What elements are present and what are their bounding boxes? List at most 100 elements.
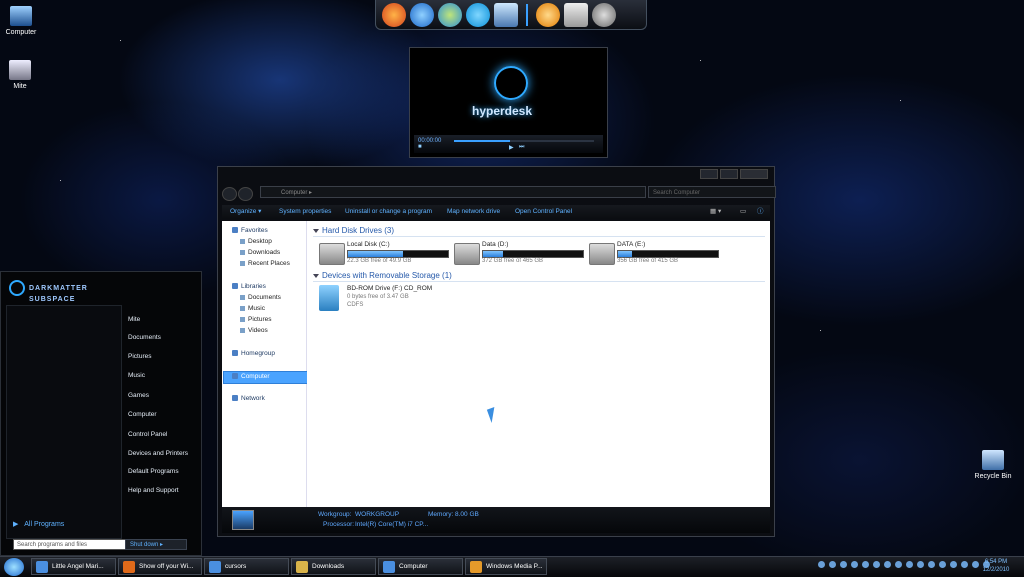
desktop-icon-recycle-bin[interactable]: Recycle Bin xyxy=(963,450,1023,480)
taskbar-button-6[interactable]: Windows Media P... xyxy=(465,558,547,575)
window-controls xyxy=(700,169,768,179)
tray-icon[interactable] xyxy=(917,561,924,568)
hard-disk-icon xyxy=(589,243,615,265)
system-tray xyxy=(818,561,990,568)
nav-item-documents[interactable]: Documents xyxy=(240,294,281,301)
preview-pane-icon[interactable]: ▭ xyxy=(740,205,746,219)
programs-list xyxy=(6,305,122,539)
start-search-input[interactable]: Search programs and files xyxy=(13,539,139,550)
tray-icon[interactable] xyxy=(884,561,891,568)
group-hard-disk-drives[interactable]: Hard Disk Drives (3) xyxy=(313,226,394,235)
open-control-panel-button[interactable]: Open Control Panel xyxy=(515,205,572,219)
nav-computer[interactable]: Computer xyxy=(232,373,270,380)
nav-item-videos[interactable]: Videos xyxy=(240,327,268,334)
view-options-icon[interactable]: ▦ ▾ xyxy=(710,205,721,219)
nav-item-desktop[interactable]: Desktop xyxy=(240,238,272,245)
tray-icon[interactable] xyxy=(873,561,880,568)
tray-icon[interactable] xyxy=(851,561,858,568)
close-button[interactable] xyxy=(740,169,768,179)
start-item-help-support[interactable]: Help and Support xyxy=(128,487,179,494)
firefox-icon[interactable] xyxy=(382,2,406,27)
nav-network[interactable]: Network xyxy=(232,395,265,402)
uninstall-program-button[interactable]: Uninstall or change a program xyxy=(345,205,432,219)
taskbar-button-5[interactable]: Computer xyxy=(378,558,463,575)
tray-icon[interactable] xyxy=(862,561,869,568)
drive-e[interactable]: DATA (E:) 356 GB free of 415 GB xyxy=(589,241,719,271)
desktop-icon-mite[interactable]: Mite xyxy=(0,60,50,90)
search-box[interactable]: Search Computer xyxy=(648,186,776,198)
ie-icon[interactable] xyxy=(410,2,434,27)
next-icon[interactable]: ⏭ xyxy=(519,144,524,151)
maximize-button[interactable] xyxy=(720,169,738,179)
map-network-drive-button[interactable]: Map network drive xyxy=(447,205,500,219)
start-item-mite[interactable]: Mite xyxy=(128,316,140,323)
play-icon[interactable]: ▶ xyxy=(509,144,514,151)
taskbar-button-3[interactable]: cursors xyxy=(204,558,289,575)
group-removable-storage[interactable]: Devices with Removable Storage (1) xyxy=(313,271,452,280)
display-icon[interactable] xyxy=(494,2,518,27)
desktop-icon-computer[interactable]: Computer xyxy=(0,6,51,36)
start-item-games[interactable]: Games xyxy=(128,392,149,399)
start-item-devices-printers[interactable]: Devices and Printers xyxy=(128,450,188,457)
start-item-documents[interactable]: Documents xyxy=(128,334,161,341)
taskbar-button-2[interactable]: Show off your Wi... xyxy=(118,558,202,575)
drive-f-bd-rom[interactable]: BD-ROM Drive (F:) CD_ROM 0 bytes free of… xyxy=(319,285,479,315)
media-player-gadget: hyperdesk 00:00:00 ▶ ⏭ ■ xyxy=(409,47,608,158)
tray-icon[interactable] xyxy=(939,561,946,568)
start-item-pictures[interactable]: Pictures xyxy=(128,353,151,360)
nav-favorites[interactable]: Favorites xyxy=(232,227,268,234)
help-icon[interactable]: ⓘ xyxy=(757,205,764,219)
messenger-icon[interactable] xyxy=(438,2,462,27)
nav-item-downloads[interactable]: Downloads xyxy=(240,249,280,256)
tray-icon[interactable] xyxy=(928,561,935,568)
media-player-classic-icon[interactable] xyxy=(564,2,588,27)
nav-item-recent-places[interactable]: Recent Places xyxy=(240,260,290,267)
organize-menu[interactable]: Organize ▾ xyxy=(230,205,261,219)
start-item-computer[interactable]: Computer xyxy=(128,411,157,418)
star xyxy=(60,180,61,181)
drive-usage-fill xyxy=(348,251,403,257)
processor-value: Intel(R) Core(TM) i7 CP... xyxy=(355,521,429,528)
address-bar[interactable]: Computer ▸ xyxy=(260,186,646,198)
tray-icon[interactable] xyxy=(950,561,957,568)
computer-icon xyxy=(383,561,395,573)
dock-separator xyxy=(526,3,528,26)
tray-icon[interactable] xyxy=(818,561,825,568)
taskbar-clock[interactable]: 6:54 PM 12/2/2010 xyxy=(976,558,1016,574)
shutdown-button[interactable]: Shut down ▸ xyxy=(125,539,187,550)
skype-icon[interactable] xyxy=(466,2,490,27)
drive-d[interactable]: Data (D:) 372 GB free of 465 GB xyxy=(454,241,584,271)
chat-icon xyxy=(36,561,48,573)
minimize-button[interactable] xyxy=(700,169,718,179)
mve-icon[interactable] xyxy=(592,2,616,27)
taskbar-button-4[interactable]: Downloads xyxy=(291,558,376,575)
nav-homegroup[interactable]: Homegroup xyxy=(232,350,275,357)
back-button[interactable] xyxy=(222,187,237,201)
stop-icon[interactable]: ■ xyxy=(418,144,422,150)
start-item-control-panel[interactable]: Control Panel xyxy=(128,431,167,438)
tray-icon[interactable] xyxy=(895,561,902,568)
drive-c[interactable]: Local Disk (C:) 22.3 GB free of 49.9 GB xyxy=(319,241,449,271)
taskbar-button-1[interactable]: Little Angel Mari... xyxy=(31,558,116,575)
network-icon xyxy=(232,395,238,402)
start-menu: DARKMATTER SUBSPACE Mite Documents Pictu… xyxy=(0,271,202,556)
nav-item-music[interactable]: Music xyxy=(240,305,265,312)
start-menu-brand: DARKMATTER SUBSPACE xyxy=(9,280,88,304)
user-folder-icon xyxy=(9,60,31,80)
drive-usage-bar xyxy=(482,250,584,258)
tray-icon[interactable] xyxy=(906,561,913,568)
nav-libraries[interactable]: Libraries xyxy=(232,283,266,290)
start-orb-button[interactable] xyxy=(4,558,24,576)
workgroup-value: WORKGROUP xyxy=(355,511,400,518)
system-properties-button[interactable]: System properties xyxy=(279,205,331,219)
seek-bar[interactable] xyxy=(454,140,594,142)
tray-icon[interactable] xyxy=(829,561,836,568)
all-programs-button[interactable]: ▶ All Programs xyxy=(13,520,64,528)
tray-icon[interactable] xyxy=(961,561,968,568)
start-item-default-programs[interactable]: Default Programs xyxy=(128,468,179,475)
nav-item-pictures[interactable]: Pictures xyxy=(240,316,271,323)
tray-icon[interactable] xyxy=(840,561,847,568)
forward-button[interactable] xyxy=(238,187,253,201)
start-item-music[interactable]: Music xyxy=(128,372,145,379)
winamp-icon[interactable] xyxy=(536,2,560,27)
